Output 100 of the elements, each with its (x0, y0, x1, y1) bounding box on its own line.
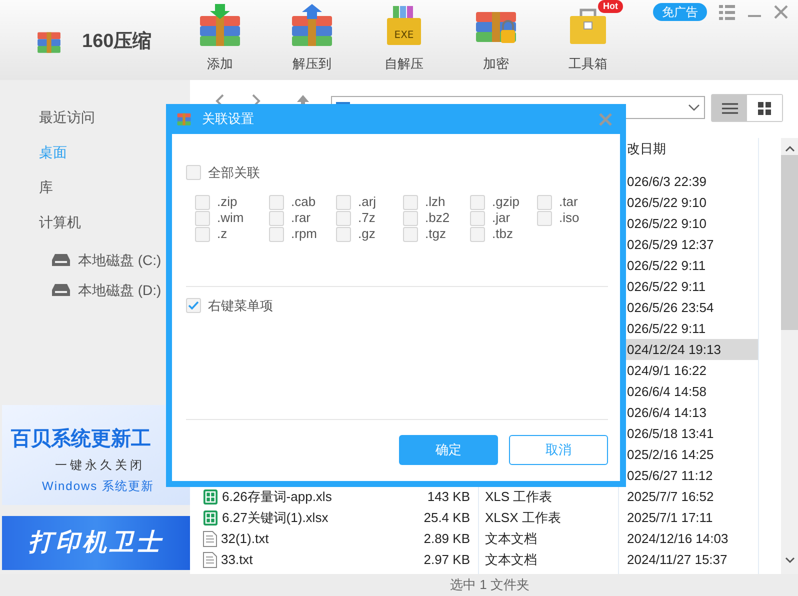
modified-date: 2025/7/1 17:11 (627, 508, 713, 527)
close-icon[interactable] (599, 112, 612, 126)
ad-headline: 打印机卫士 (28, 528, 164, 558)
checkbox-label: 全部关联 (208, 164, 260, 182)
extension-label: .z (217, 226, 228, 242)
checkbox[interactable] (269, 194, 284, 210)
checkbox[interactable] (470, 194, 485, 210)
ad-banner[interactable]: 打印机卫士 (2, 516, 190, 570)
extension-label: .rar (291, 210, 310, 226)
ad-text: Windows 系统更新 (42, 478, 154, 494)
modified-date: 2024/11/27 15:37 (627, 550, 728, 569)
checkbox[interactable] (537, 210, 552, 226)
app-title: 160压缩 (82, 30, 152, 54)
scroll-up-icon[interactable] (784, 145, 794, 152)
checkbox[interactable] (336, 226, 351, 242)
checkbox[interactable] (470, 226, 485, 242)
file-name: 33.txt (221, 550, 253, 569)
logo-icon (36, 30, 62, 54)
modified-date: 024/9/1 16:22 (627, 362, 707, 380)
modified-date: 026/6/4 14:13 (627, 404, 707, 422)
extension-label: .7z (358, 210, 376, 226)
status-text: 选中 1 文件夹 (450, 576, 530, 594)
archive-down-arrow-icon (199, 4, 241, 46)
drive-item[interactable]: 本地磁盘 (C:) (0, 245, 190, 275)
file-size: 2.89 KB (424, 530, 470, 548)
check-icon (188, 301, 199, 310)
file-name: 6.27关键词(1).xlsx (222, 508, 328, 527)
modified-date: 026/6/4 14:58 (627, 382, 707, 401)
modified-date: 2025/7/7 16:52 (627, 488, 714, 506)
checkbox[interactable] (403, 226, 418, 242)
extension-label: .tgz (425, 226, 446, 242)
extension-label: .iso (559, 210, 580, 226)
file-name: 6.26存量词-app.xls (222, 488, 332, 506)
checkbox[interactable] (195, 210, 210, 226)
ad-headline: 百贝系统更新工 (11, 427, 151, 451)
modified-date: 2024/12/16 14:03 (627, 530, 728, 548)
extension-label: .zip (217, 194, 238, 210)
file-type: XLSX 工作表 (485, 508, 561, 527)
chevron-down-icon[interactable] (688, 104, 700, 112)
ad-text: 一键永久关闭 (55, 457, 145, 473)
modified-date: 026/5/22 9:11 (627, 278, 706, 296)
archive-up-arrow-icon (291, 4, 333, 46)
toolbar-button[interactable]: 解压到 (272, 0, 352, 76)
checkbox[interactable] (195, 226, 210, 242)
modified-date: 024/12/24 19:13 (627, 340, 721, 359)
extension-label: .tbz (492, 226, 513, 242)
extension-label: .gzip (492, 194, 520, 210)
file-row[interactable]: 6.27关键词(1).xlsx 25.4 KB XLSX 工作表 2025/7/1 17:11 (190, 507, 758, 528)
checkbox[interactable] (186, 298, 201, 313)
checkbox[interactable] (403, 210, 418, 226)
file-row[interactable]: 6.26存量词-app.xls 143 KB XLS 工作表 2025/7/7 16:52 (190, 486, 758, 507)
checkbox[interactable] (537, 194, 552, 210)
drive-icon (52, 283, 70, 297)
modified-date: 025/6/27 11:12 (627, 466, 713, 485)
list-view-button[interactable] (712, 95, 747, 121)
extension-label: .arj (358, 194, 376, 210)
checkbox[interactable] (336, 210, 351, 226)
ad-banner[interactable]: 百贝系统更新工 一键永久关闭 Windows 系统更新 (2, 405, 190, 505)
toolbar-button[interactable]: 加密 (456, 0, 536, 76)
text-file-icon (203, 552, 217, 568)
list-icon (722, 102, 738, 114)
file-type: 文本文档 (485, 530, 537, 548)
toolbar-button[interactable]: 添加 (180, 0, 260, 76)
extension-label: .jar (492, 210, 510, 226)
dialog-title: 关联设置 (202, 110, 254, 128)
checkbox[interactable] (336, 194, 351, 210)
hot-badge: Hot (598, 0, 623, 13)
checkbox-label: 右键菜单项 (208, 296, 273, 315)
drive-icon (52, 253, 70, 267)
text-file-icon (203, 530, 217, 546)
checkbox[interactable] (470, 210, 485, 226)
extension-label: .rpm (291, 226, 317, 242)
file-size: 25.4 KB (424, 508, 470, 527)
close-icon[interactable] (774, 5, 788, 19)
file-type: XLS 工作表 (485, 488, 552, 506)
grid-icon (758, 102, 771, 114)
scrollbar-thumb[interactable] (781, 155, 798, 330)
checkbox[interactable] (403, 194, 418, 210)
extension-label: .bz2 (425, 210, 450, 226)
file-row[interactable]: 32(1).txt 2.89 KB 文本文档 2024/12/16 14:03 (190, 528, 758, 549)
checkbox[interactable] (195, 194, 210, 210)
checkbox[interactable] (186, 165, 201, 180)
toolbar-button[interactable]: EXE 自解压 (364, 0, 444, 76)
checkbox[interactable] (269, 226, 284, 242)
file-type: 文本文档 (485, 550, 537, 569)
scroll-down-icon[interactable] (784, 557, 794, 564)
spreadsheet-icon (203, 488, 218, 504)
checkbox[interactable] (269, 210, 284, 226)
file-name: 32(1).txt (221, 530, 269, 548)
extension-label: .tar (559, 194, 578, 210)
file-row[interactable]: 33.txt 2.97 KB 文本文档 2024/11/27 15:37 (190, 549, 758, 570)
scrollbar[interactable] (781, 138, 798, 574)
extension-label: .gz (358, 226, 376, 242)
drive-item[interactable]: 本地磁盘 (D:) (0, 275, 190, 305)
modified-date: 026/5/22 9:11 (627, 256, 706, 275)
extension-label: .lzh (425, 194, 446, 210)
logo-icon (177, 112, 191, 126)
extension-label: .wim (217, 210, 244, 226)
menu-icon[interactable] (719, 4, 735, 20)
extension-label: .cab (291, 194, 316, 210)
